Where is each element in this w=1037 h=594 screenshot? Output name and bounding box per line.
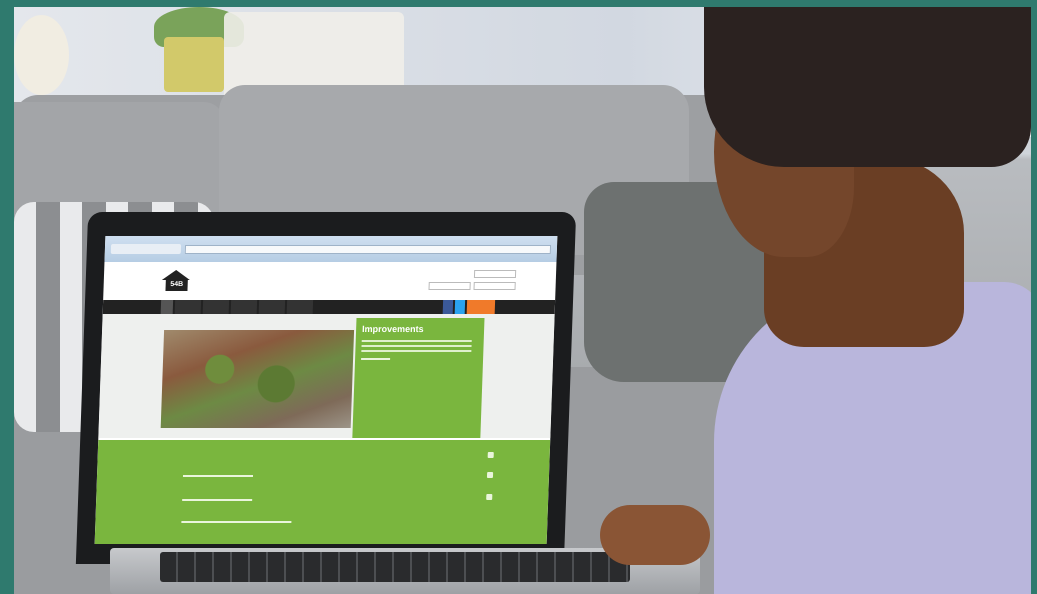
header-search-field-2: [473, 282, 516, 290]
photo-frame: 54B Improvements: [0, 0, 1037, 594]
nav-item: [286, 300, 314, 314]
facebook-icon: [442, 300, 454, 314]
service-link: [181, 520, 292, 528]
orange-nav-button: [466, 300, 496, 314]
laptop-screen: 54B Improvements: [94, 236, 558, 544]
browser-address-bar: [184, 244, 552, 254]
hero-section: Improvements: [98, 314, 555, 438]
browser-toolbar: [104, 236, 558, 262]
hero-title: Improvements: [361, 324, 424, 334]
nav-item: [202, 300, 230, 314]
plant-pot: [164, 37, 224, 92]
twitter-icon: [454, 300, 466, 314]
hero-text-line: [361, 350, 472, 352]
site-logo: 54B: [161, 270, 191, 292]
hero-panel: Improvements: [352, 318, 485, 438]
hero-text-line: [361, 340, 472, 342]
nav-item: [174, 300, 202, 314]
hero-link: [361, 358, 391, 360]
service-link: [182, 474, 254, 482]
service-icon: [487, 452, 494, 458]
browser-tab: [110, 244, 182, 254]
hero-text-line: [361, 345, 472, 347]
woman-hand: [600, 505, 710, 565]
service-links-band: [94, 440, 551, 544]
header-field: [473, 270, 517, 278]
flower-decoration: [14, 15, 69, 95]
nav-item: [258, 300, 286, 314]
logo-text: 54B: [165, 279, 188, 291]
header-utility-links: [428, 270, 517, 290]
nav-item: [230, 300, 258, 314]
header-search-row: [428, 282, 516, 290]
service-link: [182, 498, 253, 506]
aerial-housing-photo: [160, 330, 355, 428]
woman-hair: [704, 7, 1031, 167]
social-links: [442, 300, 496, 314]
laptop-keyboard: [160, 552, 630, 582]
site-navbar: [102, 300, 556, 314]
house-icon: [486, 494, 493, 500]
site-header: 54B: [103, 262, 556, 300]
header-search-field: [428, 282, 471, 290]
pencil-icon: [486, 472, 494, 478]
home-icon: [160, 300, 174, 314]
